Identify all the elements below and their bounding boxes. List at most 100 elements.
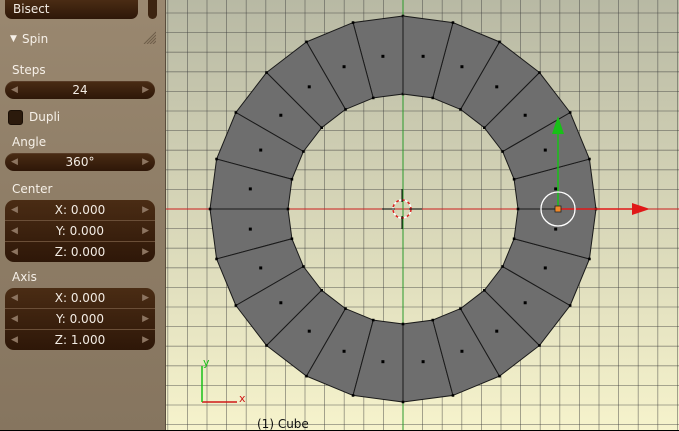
mesh-vertex[interactable]: [234, 111, 238, 114]
face-center-dot: [523, 113, 527, 117]
drag-grip-icon[interactable]: [142, 30, 156, 44]
mesh-vertex[interactable]: [512, 237, 516, 241]
mesh-vertex[interactable]: [516, 207, 520, 211]
axis-label: Axis: [12, 270, 37, 284]
face-center-dot: [279, 301, 283, 305]
mesh-vertex[interactable]: [501, 150, 504, 153]
mesh-vertex[interactable]: [265, 344, 268, 347]
axis-y-field[interactable]: ◀ Y: 0.000 ▶: [5, 309, 155, 330]
mesh-vertex[interactable]: [498, 374, 501, 378]
mesh-vertex[interactable]: [459, 307, 462, 310]
center-x-field[interactable]: ◀ X: 0.000 ▶: [5, 200, 155, 221]
mesh-vertex[interactable]: [588, 157, 591, 161]
mesh-vertex[interactable]: [344, 108, 347, 111]
mesh-vertex[interactable]: [568, 111, 572, 114]
mesh-vertex[interactable]: [498, 40, 501, 44]
mesh-vertex[interactable]: [371, 96, 375, 100]
increment-arrow-icon[interactable]: ▶: [142, 330, 149, 350]
decrement-arrow-icon[interactable]: ◀: [11, 221, 18, 241]
decrement-arrow-icon[interactable]: ◀: [11, 330, 18, 350]
face-center-dot: [495, 85, 499, 89]
increment-arrow-icon[interactable]: ▶: [142, 153, 149, 171]
dupli-checkbox[interactable]: [8, 110, 23, 125]
mesh-vertex[interactable]: [459, 108, 462, 111]
increment-arrow-icon[interactable]: ▶: [142, 221, 149, 241]
center-x-value: X: 0.000: [54, 203, 106, 217]
mesh-vertex[interactable]: [234, 304, 238, 307]
mesh-vertex[interactable]: [451, 394, 455, 397]
mesh-vertex[interactable]: [290, 237, 294, 241]
panel-scrollbar[interactable]: [148, 0, 157, 19]
face-center-dot: [279, 113, 283, 117]
face-center-dot: [259, 266, 263, 270]
mesh-vertex[interactable]: [451, 21, 455, 24]
decrement-arrow-icon[interactable]: ◀: [11, 200, 18, 220]
mesh-vertex[interactable]: [286, 207, 290, 211]
mesh-vertex[interactable]: [588, 257, 591, 261]
face-center-dot: [307, 85, 311, 89]
steps-field[interactable]: ◀ 24 ▶: [5, 81, 155, 99]
increment-arrow-icon[interactable]: ▶: [142, 288, 149, 308]
axis-vector-group: ◀ X: 0.000 ▶ ◀ Y: 0.000 ▶ ◀ Z: 1.000 ▶: [5, 288, 155, 350]
decrement-arrow-icon[interactable]: ◀: [11, 153, 18, 171]
dupli-label: Dupli: [29, 110, 61, 124]
manipulator-center[interactable]: [554, 205, 562, 213]
face-center-dot: [523, 301, 527, 305]
mesh-vertex[interactable]: [401, 322, 405, 326]
mesh-vertex[interactable]: [320, 126, 323, 129]
mesh-vertex[interactable]: [215, 157, 218, 161]
mesh-vertex[interactable]: [351, 394, 355, 397]
mesh-vertex[interactable]: [483, 289, 486, 292]
bisect-button[interactable]: Bisect: [5, 0, 138, 19]
increment-arrow-icon[interactable]: ▶: [142, 309, 149, 329]
active-object-label: (1) Cube: [257, 417, 309, 431]
axis-z-field[interactable]: ◀ Z: 1.000 ▶: [5, 330, 155, 350]
spin-panel-header[interactable]: ▼ Spin: [0, 28, 165, 50]
face-center-dot: [554, 227, 558, 231]
mesh-vertex[interactable]: [538, 344, 541, 347]
mesh-vertex[interactable]: [302, 150, 305, 153]
center-y-field[interactable]: ◀ Y: 0.000 ▶: [5, 221, 155, 242]
steps-label: Steps: [12, 63, 46, 77]
face-center-dot: [495, 329, 499, 333]
increment-arrow-icon[interactable]: ▶: [142, 81, 149, 99]
face-center-dot: [421, 360, 425, 364]
decrement-arrow-icon[interactable]: ◀: [11, 309, 18, 329]
mesh-vertex[interactable]: [208, 207, 212, 211]
mesh-vertex[interactable]: [265, 71, 268, 74]
center-z-field[interactable]: ◀ Z: 0.000 ▶: [5, 242, 155, 262]
mesh-vertex[interactable]: [305, 374, 308, 378]
decrement-arrow-icon[interactable]: ◀: [11, 242, 18, 262]
face-center-dot: [259, 148, 263, 152]
decrement-arrow-icon[interactable]: ◀: [11, 288, 18, 308]
mesh-vertex[interactable]: [501, 265, 504, 268]
mesh-vertex[interactable]: [538, 71, 541, 74]
mesh-vertex[interactable]: [302, 265, 305, 268]
center-vector-group: ◀ X: 0.000 ▶ ◀ Y: 0.000 ▶ ◀ Z: 0.000 ▶: [5, 200, 155, 262]
axis-z-value: Z: 1.000: [54, 333, 106, 347]
mesh-vertex[interactable]: [512, 177, 516, 181]
mesh-vertex[interactable]: [305, 40, 308, 44]
increment-arrow-icon[interactable]: ▶: [142, 200, 149, 220]
mesh-vertex[interactable]: [401, 400, 405, 404]
center-y-value: Y: 0.000: [56, 224, 104, 238]
mesh-vertex[interactable]: [351, 21, 355, 24]
face-center-dot: [248, 187, 252, 191]
mesh-vertex[interactable]: [483, 126, 486, 129]
decrement-arrow-icon[interactable]: ◀: [11, 81, 18, 99]
3d-viewport[interactable]: x y: [166, 0, 679, 430]
mesh-vertex[interactable]: [431, 318, 435, 322]
increment-arrow-icon[interactable]: ▶: [142, 242, 149, 262]
face-center-dot: [543, 148, 547, 152]
face-center-dot: [460, 349, 464, 353]
mesh-vertex[interactable]: [568, 304, 572, 307]
face-center-dot: [381, 360, 385, 364]
mesh-vertex[interactable]: [290, 177, 294, 181]
axis-x-field[interactable]: ◀ X: 0.000 ▶: [5, 288, 155, 309]
mesh-vertex[interactable]: [215, 257, 218, 261]
angle-field[interactable]: ◀ 360° ▶: [5, 153, 155, 171]
mesh-vertex[interactable]: [320, 289, 323, 292]
mesh-vertex[interactable]: [344, 307, 347, 310]
mesh-vertex[interactable]: [431, 96, 435, 100]
mesh-vertex[interactable]: [371, 318, 375, 322]
